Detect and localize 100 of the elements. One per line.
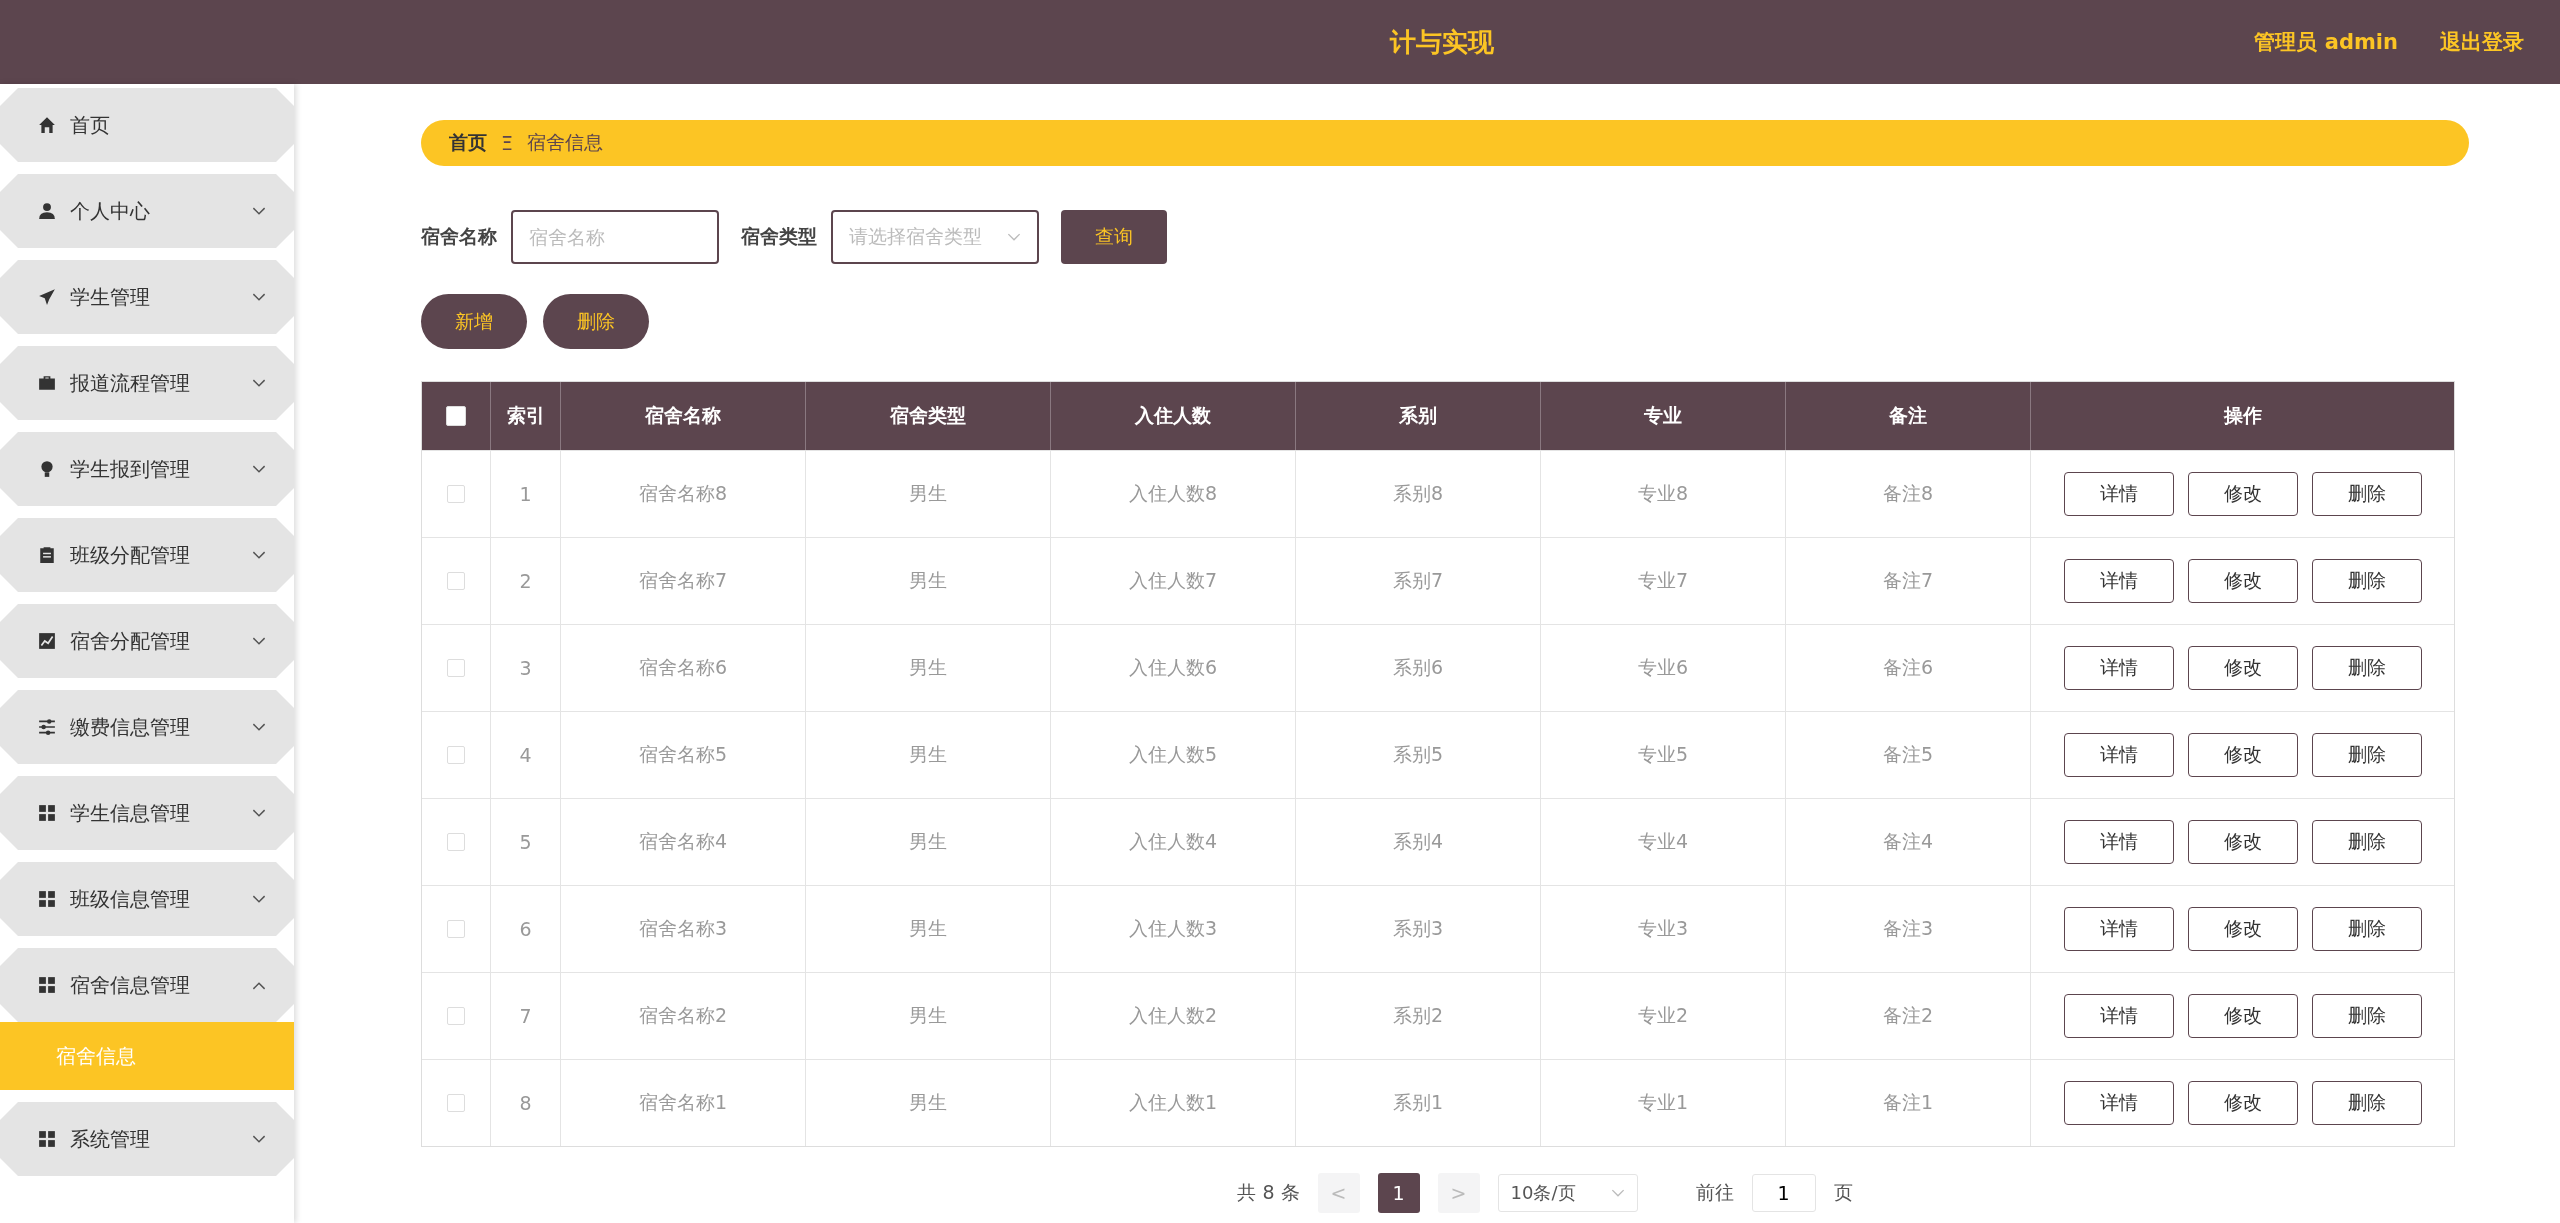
edit-button[interactable]: 修改 [2187,733,2298,777]
delete-button[interactable]: 删除 [543,294,649,349]
sliders-icon [38,718,56,736]
search-button[interactable]: 查询 [1061,210,1167,264]
edit-button[interactable]: 修改 [2187,820,2298,864]
breadcrumb-separator: Ξ [501,132,513,154]
delete-button[interactable]: 删除 [2311,646,2422,690]
edit-button[interactable]: 修改 [2187,559,2298,603]
menu-item[interactable]: 班级分配管理 [0,518,294,592]
delete-button[interactable]: 删除 [2311,907,2422,951]
row-checkbox[interactable] [447,833,465,851]
table-cell: 入住人数4 [1051,799,1296,885]
table-cell: 入住人数6 [1051,625,1296,711]
table-cell: 男生 [806,799,1051,885]
goto-page-input[interactable]: 1 [1751,1174,1816,1212]
bulb-icon [38,460,56,478]
delete-button[interactable]: 删除 [2311,559,2422,603]
edit-button[interactable]: 修改 [2187,994,2298,1038]
name-input-field[interactable]: 宿舍名称 [511,210,719,264]
row-checkbox[interactable] [447,1007,465,1025]
menu-item[interactable]: 缴费信息管理 [0,690,294,764]
details-button[interactable]: 详情 [2063,646,2174,690]
caret-down-icon [252,206,266,216]
details-button[interactable]: 详情 [2063,994,2174,1038]
table-cell: 系别3 [1296,886,1541,972]
edit-button[interactable]: 修改 [2187,472,2298,516]
page-size-select[interactable]: 10条/页 [1497,1174,1638,1212]
menu-item[interactable]: 学生管理 [0,260,294,334]
user-label: 管理员 admin [2254,29,2398,56]
table-cell: 系别6 [1296,625,1541,711]
column-header: 宿舍名称 [561,382,806,450]
menu-item[interactable]: 宿舍分配管理 [0,604,294,678]
caret-down-icon [252,1134,266,1144]
table-cell: 入住人数1 [1051,1060,1296,1146]
delete-button[interactable]: 删除 [2311,472,2422,516]
table-cell: 2 [491,538,561,624]
app-title: 计与实现 [1390,25,1494,59]
details-button[interactable]: 详情 [2063,559,2174,603]
row-checkbox[interactable] [447,746,465,764]
table-cell: 男生 [806,625,1051,711]
caret-down-icon [1610,1188,1625,1198]
table-cell: 备注4 [1786,799,2031,885]
clipboard-icon [38,546,56,564]
menu-item[interactable]: 班级信息管理 [0,862,294,936]
details-button[interactable]: 详情 [2063,1081,2174,1125]
table-cell: 8 [491,1060,561,1146]
menu-item[interactable]: 宿舍信息管理 [0,948,294,1022]
breadcrumb-link[interactable]: 宿舍信息 [527,130,603,156]
menu-item[interactable]: 首页 [0,88,294,162]
delete-button[interactable]: 删除 [2311,820,2422,864]
select-all-checkbox[interactable] [446,406,466,426]
column-header: 索引 [491,382,561,450]
table-cell: 宿舍名称3 [561,886,806,972]
delete-button[interactable]: 删除 [2311,1081,2422,1125]
table-cell: 宿舍名称5 [561,712,806,798]
table-cell: 男生 [806,973,1051,1059]
table-cell: 入住人数3 [1051,886,1296,972]
table-cell: 备注5 [1786,712,2031,798]
menu-item[interactable]: 学生信息管理 [0,776,294,850]
table-cell: 备注7 [1786,538,2031,624]
table-cell: 系别4 [1296,799,1541,885]
delete-button[interactable]: 删除 [2311,994,2422,1038]
delete-button[interactable]: 删除 [2311,733,2422,777]
caret-down-icon [252,808,266,818]
menu-item[interactable]: 系统管理 [0,1102,294,1176]
edit-button[interactable]: 修改 [2187,646,2298,690]
details-button[interactable]: 详情 [2063,472,2174,516]
details-button[interactable]: 详情 [2063,820,2174,864]
table-cell: 备注3 [1786,886,2031,972]
details-button[interactable]: 详情 [2063,907,2174,951]
user-icon [38,202,56,220]
menu-item[interactable]: 报道流程管理 [0,346,294,420]
row-checkbox[interactable] [447,572,465,590]
add-button[interactable]: 新增 [421,294,527,349]
edit-button[interactable]: 修改 [2187,1081,2298,1125]
table-cell: 专业8 [1541,451,1786,537]
table-cell: 入住人数5 [1051,712,1296,798]
row-checkbox[interactable] [447,485,465,503]
table-cell: 入住人数8 [1051,451,1296,537]
caret-down-icon [252,722,266,732]
chart-icon [38,632,56,650]
table-cell: 专业1 [1541,1060,1786,1146]
table-cell: 5 [491,799,561,885]
table-cell: 宿舍名称8 [561,451,806,537]
row-checkbox[interactable] [447,1094,465,1112]
details-button[interactable]: 详情 [2063,733,2174,777]
row-checkbox[interactable] [447,659,465,677]
edit-button[interactable]: 修改 [2187,907,2298,951]
grid-icon [38,890,56,908]
menu-item[interactable]: 学生报到管理 [0,432,294,506]
logout-link[interactable]: 退出登录 [2440,28,2524,56]
column-header: 入住人数 [1051,382,1296,450]
breadcrumb-link[interactable]: 首页 [449,130,487,156]
table-cell: 备注6 [1786,625,2031,711]
caret-down-icon [252,464,266,474]
page-button[interactable]: 1 [1377,1173,1420,1213]
table-cell: 入住人数7 [1051,538,1296,624]
grid-icon [38,976,56,994]
menu-item[interactable]: 个人中心 [0,174,294,248]
row-checkbox[interactable] [447,920,465,938]
